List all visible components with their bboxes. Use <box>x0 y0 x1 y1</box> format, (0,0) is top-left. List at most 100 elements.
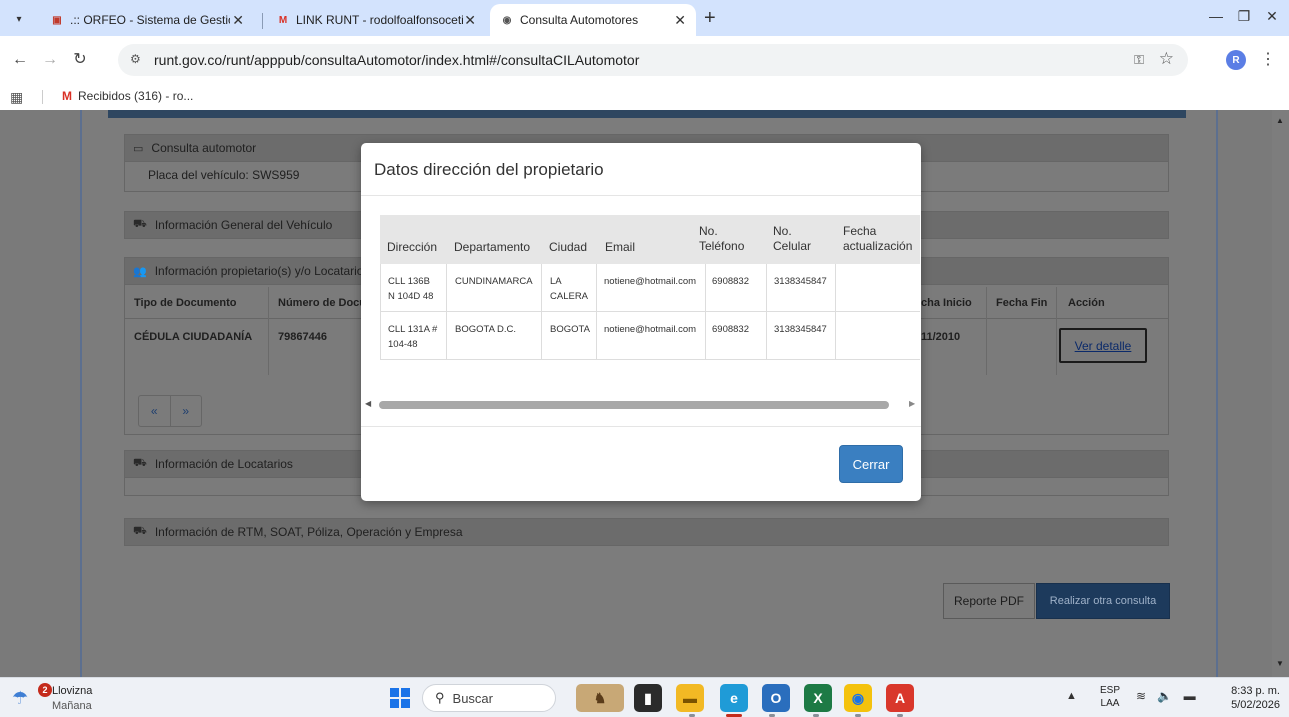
cell-celular: 3138345847 <box>774 324 827 335</box>
tab-orfeo[interactable]: ▣ .:: ORFEO - Sistema de Gestión ✕ <box>40 4 254 36</box>
bookmark-star-icon[interactable]: ☆ <box>1159 49 1174 69</box>
apps-grid-icon[interactable]: ▦ <box>10 89 23 106</box>
excel-icon[interactable]: X <box>804 684 832 712</box>
pager-prev-button[interactable]: « <box>139 396 171 426</box>
horizontal-scrollbar-thumb[interactable] <box>379 401 889 409</box>
header-fecha-line1: Fecha <box>843 224 877 238</box>
address-bar[interactable]: ⚙ runt.gov.co/runt/apppub/consultaAutomo… <box>118 44 1188 76</box>
notification-badge: 2 <box>38 683 52 697</box>
site-info-icon[interactable]: ⚙ <box>130 52 141 66</box>
orfeo-icon: ▣ <box>52 14 62 26</box>
scroll-left-icon[interactable]: ◀ <box>365 399 371 408</box>
profile-avatar[interactable]: R <box>1226 50 1246 70</box>
header-telefono-line1: No. <box>699 224 718 238</box>
language-indicator[interactable]: ESP LAA <box>1100 684 1120 710</box>
header-fecha-inicio: cha Inicio <box>921 297 972 309</box>
edge-icon[interactable]: e <box>720 684 748 712</box>
otra-consulta-button[interactable]: Realizar otra consulta <box>1036 583 1170 619</box>
car-icon: ⛟ <box>133 457 147 469</box>
placa-label: Placa del vehículo: SWS959 <box>148 168 300 182</box>
new-tab-icon[interactable]: + <box>704 8 716 28</box>
cell-divider <box>541 264 542 312</box>
tab-search-chevron-icon[interactable]: ▾ <box>8 8 30 30</box>
close-window-icon[interactable]: ✕ <box>1262 8 1282 25</box>
weather-widget[interactable]: ☂ 2 Llovizna Mañana <box>12 682 122 714</box>
close-tab-icon[interactable]: ✕ <box>464 12 476 29</box>
tray-overflow-icon[interactable]: ▲ <box>1066 690 1077 702</box>
cell-divider <box>766 312 767 360</box>
pagination: « » <box>138 395 202 427</box>
header-accion: Acción <box>1068 297 1105 309</box>
cell-email: notiene@hotmail.com <box>604 276 697 287</box>
cell-tipo-documento: CÉDULA CIUDADANÍA <box>134 331 253 343</box>
scroll-up-icon[interactable]: ▲ <box>1276 116 1284 125</box>
start-button[interactable] <box>390 688 410 708</box>
clock[interactable]: 8:33 p. m. 5/02/2026 <box>1214 684 1280 712</box>
restore-icon[interactable]: ❐ <box>1234 8 1254 25</box>
file-explorer-icon[interactable]: ▬ <box>676 684 704 712</box>
car-icon: ⛟ <box>133 525 147 537</box>
globe-icon: ◉ <box>502 14 512 26</box>
header-email: Email <box>605 240 636 254</box>
header-numero-documento: Número de Docu <box>278 297 367 309</box>
taskbar-search[interactable]: ⚲ Buscar <box>422 684 556 712</box>
cell-numero-documento: 79867446 <box>278 331 327 343</box>
header-fecha-line2: actualización <box>843 239 913 253</box>
cell-telefono: 6908832 <box>712 324 749 335</box>
section-rtm-soat[interactable]: ⛟ Información de RTM, SOAT, Póliza, Oper… <box>124 518 1169 546</box>
tray-wifi-volume-battery-icon[interactable]: ≋ 🔈 ▬ <box>1136 689 1200 703</box>
cell-celular: 3138345847 <box>774 276 827 287</box>
ver-detalle-button[interactable]: Ver detalle <box>1059 328 1147 363</box>
url-text[interactable]: runt.gov.co/runt/apppub/consultaAutomoto… <box>154 52 639 68</box>
car-plus-icon: ⛟ <box>133 218 147 230</box>
table-divider <box>1056 287 1057 375</box>
taskbar: ☂ 2 Llovizna Mañana ⚲ Buscar ♞ ▮ ▬ e O X… <box>0 677 1289 717</box>
id-card-icon: ▭ <box>133 142 144 155</box>
menu-kebab-icon[interactable]: ⋮ <box>1260 49 1276 69</box>
close-tab-icon[interactable]: ✕ <box>674 12 686 29</box>
scroll-right-icon[interactable]: ▶ <box>909 399 915 408</box>
reporte-pdf-button[interactable]: Reporte PDF <box>943 583 1035 619</box>
header-tipo-documento: Tipo de Documento <box>134 297 237 309</box>
tab-consulta-automotores[interactable]: ◉ Consulta Automotores ✕ <box>490 4 696 36</box>
reload-icon[interactable]: ↻ <box>70 51 90 69</box>
cell-telefono: 6908832 <box>712 276 749 287</box>
tab-strip: ▾ ▣ .:: ORFEO - Sistema de Gestión ✕ M L… <box>0 0 1289 36</box>
cell-divider <box>835 312 836 360</box>
gmail-icon: M <box>62 89 72 103</box>
task-view-icon[interactable]: ▮ <box>634 684 662 712</box>
forward-icon[interactable]: → <box>40 51 60 69</box>
cell-ciudad: BOGOTA <box>550 324 590 335</box>
address-table: Dirección Departamento Ciudad Email No. … <box>380 215 920 361</box>
password-key-icon[interactable]: ⚿ <box>1134 52 1144 68</box>
weather-title: Llovizna <box>52 685 93 697</box>
owner-address-modal: Datos dirección del propietario Direcció… <box>361 143 921 501</box>
bookmark-gmail[interactable]: M Recibidos (316) - ro... <box>62 89 193 103</box>
tab-link-runt[interactable]: M LINK RUNT - rodolfoalfonsoceti ✕ <box>266 4 486 36</box>
modal-title: Datos dirección del propietario <box>374 160 604 179</box>
scroll-down-icon[interactable]: ▼ <box>1276 659 1284 668</box>
chrome-icon[interactable]: ◉ <box>844 684 872 712</box>
table-row: CLL 131A #104-48 BOGOTA D.C. BOGOTA noti… <box>380 312 920 360</box>
cell-direccion: CLL 136B N 104D 48 <box>388 276 434 302</box>
cerrar-button[interactable]: Cerrar <box>839 445 903 483</box>
cell-divider <box>541 312 542 360</box>
table-row: CLL 136B N 104D 48 CUNDINAMARCA LA CALERA … <box>380 264 920 312</box>
minimize-icon[interactable]: — <box>1206 8 1226 24</box>
bookmarks-bar: ▦ M Recibidos (316) - ro... <box>0 84 1289 110</box>
page-scrollbar[interactable]: ▲ ▼ <box>1272 110 1289 677</box>
header-departamento: Departamento <box>454 240 531 254</box>
modal-divider <box>361 195 921 196</box>
horse-wallpaper-icon[interactable]: ♞ <box>576 684 624 712</box>
cell-fecha-inicio: 11/2010 <box>921 331 961 343</box>
modal-divider <box>361 426 921 427</box>
back-icon[interactable]: ← <box>10 51 30 69</box>
users-icon: 👥 <box>133 265 147 278</box>
acrobat-icon[interactable]: A <box>886 684 914 712</box>
cell-divider <box>446 264 447 312</box>
pager-next-button[interactable]: » <box>171 396 202 426</box>
outlook-icon[interactable]: O <box>762 684 790 712</box>
page-viewport: ▭ Consulta automotor Placa del vehículo:… <box>0 110 1289 677</box>
header-direccion: Dirección <box>387 240 438 254</box>
close-tab-icon[interactable]: ✕ <box>232 12 244 29</box>
